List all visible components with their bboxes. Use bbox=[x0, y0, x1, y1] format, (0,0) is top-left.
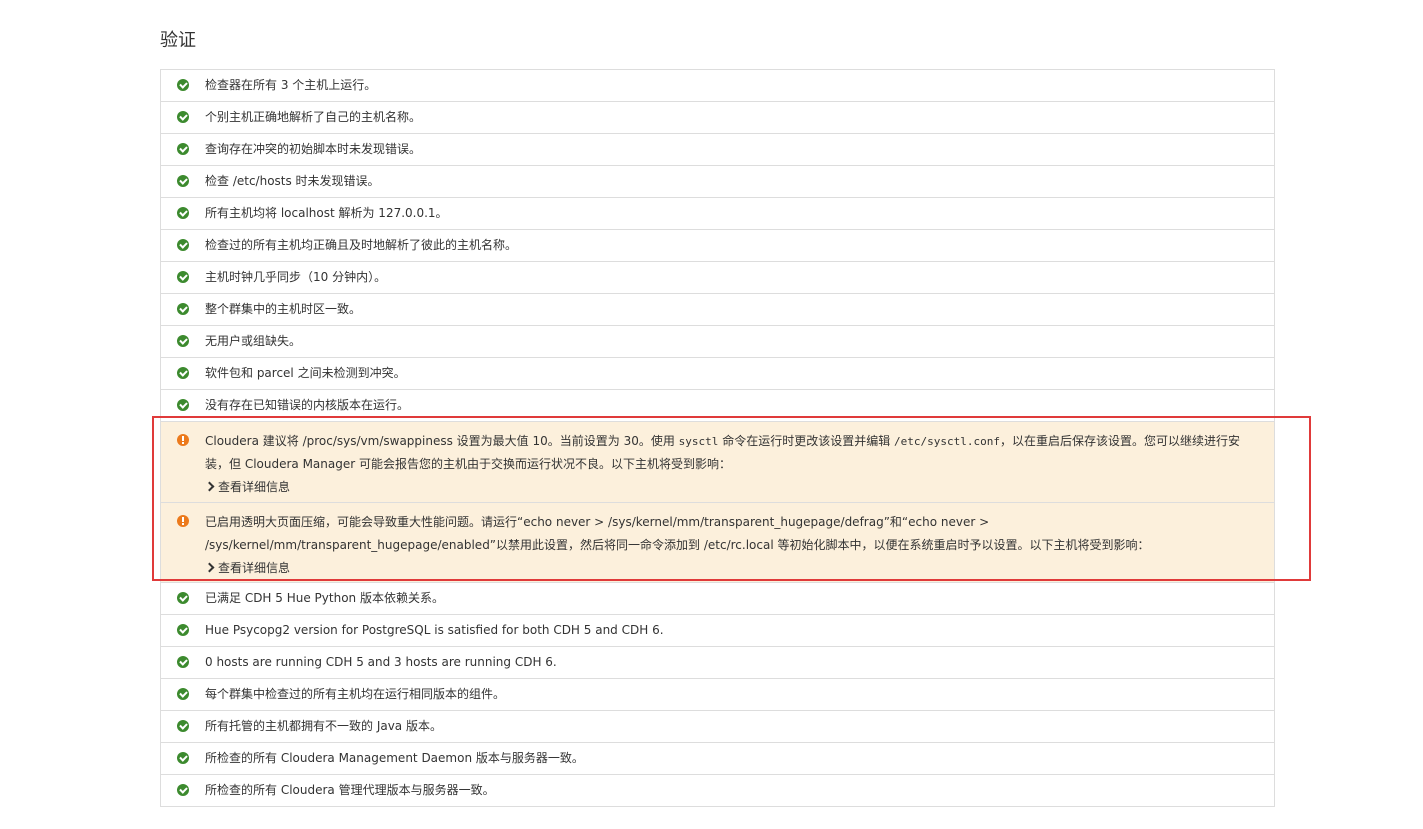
chevron-right-icon bbox=[204, 562, 215, 573]
check-circle-icon bbox=[177, 752, 189, 764]
check-message: 检查器在所有 3 个主机上运行。 bbox=[205, 78, 377, 92]
check-row: 所检查的所有 Cloudera Management Daemon 版本与服务器… bbox=[161, 742, 1274, 774]
check-circle-icon bbox=[177, 624, 189, 636]
exclamation-circle-icon bbox=[177, 515, 189, 527]
check-circle-icon bbox=[177, 79, 189, 91]
page-title: 验证 bbox=[160, 30, 196, 51]
check-message: 整个群集中的主机时区一致。 bbox=[205, 302, 362, 316]
check-row: 所有托管的主机都拥有不一致的 Java 版本。 bbox=[161, 710, 1274, 742]
check-row: 所检查的所有 Cloudera 管理代理版本与服务器一致。 bbox=[161, 774, 1274, 806]
check-row: 个别主机正确地解析了自己的主机名称。 bbox=[161, 101, 1274, 133]
validation-checks-list: 检查器在所有 3 个主机上运行。 个别主机正确地解析了自己的主机名称。 查询存在… bbox=[160, 69, 1275, 807]
check-circle-icon bbox=[177, 399, 189, 411]
check-row: 检查器在所有 3 个主机上运行。 bbox=[161, 70, 1274, 101]
check-message: 每个群集中检查过的所有主机均在运行相同版本的组件。 bbox=[205, 687, 506, 701]
warning-text: 命令在运行时更改该设置并编辑 bbox=[718, 434, 895, 448]
check-message: 检查 /etc/hosts 时未发现错误。 bbox=[205, 174, 380, 188]
check-message: 所有托管的主机都拥有不一致的 Java 版本。 bbox=[205, 719, 442, 733]
check-circle-icon bbox=[177, 720, 189, 732]
check-circle-icon bbox=[177, 592, 189, 604]
warning-row-hugepage: 已启用透明大页面压缩，可能会导致重大性能问题。请运行“echo never > … bbox=[161, 502, 1274, 582]
view-details-link[interactable]: 查看详细信息 bbox=[204, 477, 291, 497]
check-circle-icon bbox=[177, 303, 189, 315]
chevron-right-icon bbox=[204, 481, 215, 492]
check-message: 软件包和 parcel 之间未检测到冲突。 bbox=[205, 366, 406, 380]
check-circle-icon bbox=[177, 111, 189, 123]
check-circle-icon bbox=[177, 367, 189, 379]
check-message: 所检查的所有 Cloudera 管理代理版本与服务器一致。 bbox=[205, 783, 495, 797]
check-circle-icon bbox=[177, 271, 189, 283]
code-sysctl: sysctl bbox=[678, 435, 719, 448]
warning-row-swappiness: Cloudera 建议将 /proc/sys/vm/swappiness 设置为… bbox=[161, 421, 1274, 502]
check-message: 已满足 CDH 5 Hue Python 版本依赖关系。 bbox=[205, 591, 444, 605]
check-row: 没有存在已知错误的内核版本在运行。 bbox=[161, 389, 1274, 421]
view-details-label: 查看详细信息 bbox=[218, 480, 291, 494]
check-message: 无用户或组缺失。 bbox=[205, 334, 302, 348]
check-message: 0 hosts are running CDH 5 and 3 hosts ar… bbox=[205, 655, 557, 669]
check-message: Hue Psycopg2 version for PostgreSQL is s… bbox=[205, 623, 664, 637]
warning-text: Cloudera 建议将 /proc/sys/vm/swappiness 设置为… bbox=[205, 434, 679, 448]
warning-text: 已启用透明大页面压缩，可能会导致重大性能问题。请运行“echo never > … bbox=[205, 515, 1150, 552]
view-details-label: 查看详细信息 bbox=[218, 561, 291, 575]
view-details-link[interactable]: 查看详细信息 bbox=[204, 558, 291, 578]
check-message: 所有主机均将 localhost 解析为 127.0.0.1。 bbox=[205, 206, 448, 220]
check-row: 所有主机均将 localhost 解析为 127.0.0.1。 bbox=[161, 197, 1274, 229]
check-message: 查询存在冲突的初始脚本时未发现错误。 bbox=[205, 142, 422, 156]
exclamation-circle-icon bbox=[177, 434, 189, 446]
check-circle-icon bbox=[177, 335, 189, 347]
check-row: 软件包和 parcel 之间未检测到冲突。 bbox=[161, 357, 1274, 389]
check-circle-icon bbox=[177, 784, 189, 796]
check-row: 0 hosts are running CDH 5 and 3 hosts ar… bbox=[161, 646, 1274, 678]
check-message: 个别主机正确地解析了自己的主机名称。 bbox=[205, 110, 422, 124]
check-message: 没有存在已知错误的内核版本在运行。 bbox=[205, 398, 410, 412]
code-sysctl-conf: /etc/sysctl.conf bbox=[894, 435, 1001, 448]
check-circle-icon bbox=[177, 656, 189, 668]
check-row: Hue Psycopg2 version for PostgreSQL is s… bbox=[161, 614, 1274, 646]
check-row: 每个群集中检查过的所有主机均在运行相同版本的组件。 bbox=[161, 678, 1274, 710]
check-message: 检查过的所有主机均正确且及时地解析了彼此的主机名称。 bbox=[205, 238, 518, 252]
check-row: 检查过的所有主机均正确且及时地解析了彼此的主机名称。 bbox=[161, 229, 1274, 261]
warning-message: 已启用透明大页面压缩，可能会导致重大性能问题。请运行“echo never > … bbox=[204, 503, 1258, 588]
check-circle-icon bbox=[177, 143, 189, 155]
check-circle-icon bbox=[177, 207, 189, 219]
check-circle-icon bbox=[177, 239, 189, 251]
check-message: 所检查的所有 Cloudera Management Daemon 版本与服务器… bbox=[205, 751, 584, 765]
check-row: 整个群集中的主机时区一致。 bbox=[161, 293, 1274, 325]
warning-message: Cloudera 建议将 /proc/sys/vm/swappiness 设置为… bbox=[204, 422, 1258, 507]
check-circle-icon bbox=[177, 688, 189, 700]
check-row: 无用户或组缺失。 bbox=[161, 325, 1274, 357]
check-row: 查询存在冲突的初始脚本时未发现错误。 bbox=[161, 133, 1274, 165]
check-row: 已满足 CDH 5 Hue Python 版本依赖关系。 bbox=[161, 582, 1274, 614]
check-circle-icon bbox=[177, 175, 189, 187]
check-message: 主机时钟几乎同步（10 分钟内）。 bbox=[205, 270, 387, 284]
check-row: 检查 /etc/hosts 时未发现错误。 bbox=[161, 165, 1274, 197]
check-row: 主机时钟几乎同步（10 分钟内）。 bbox=[161, 261, 1274, 293]
